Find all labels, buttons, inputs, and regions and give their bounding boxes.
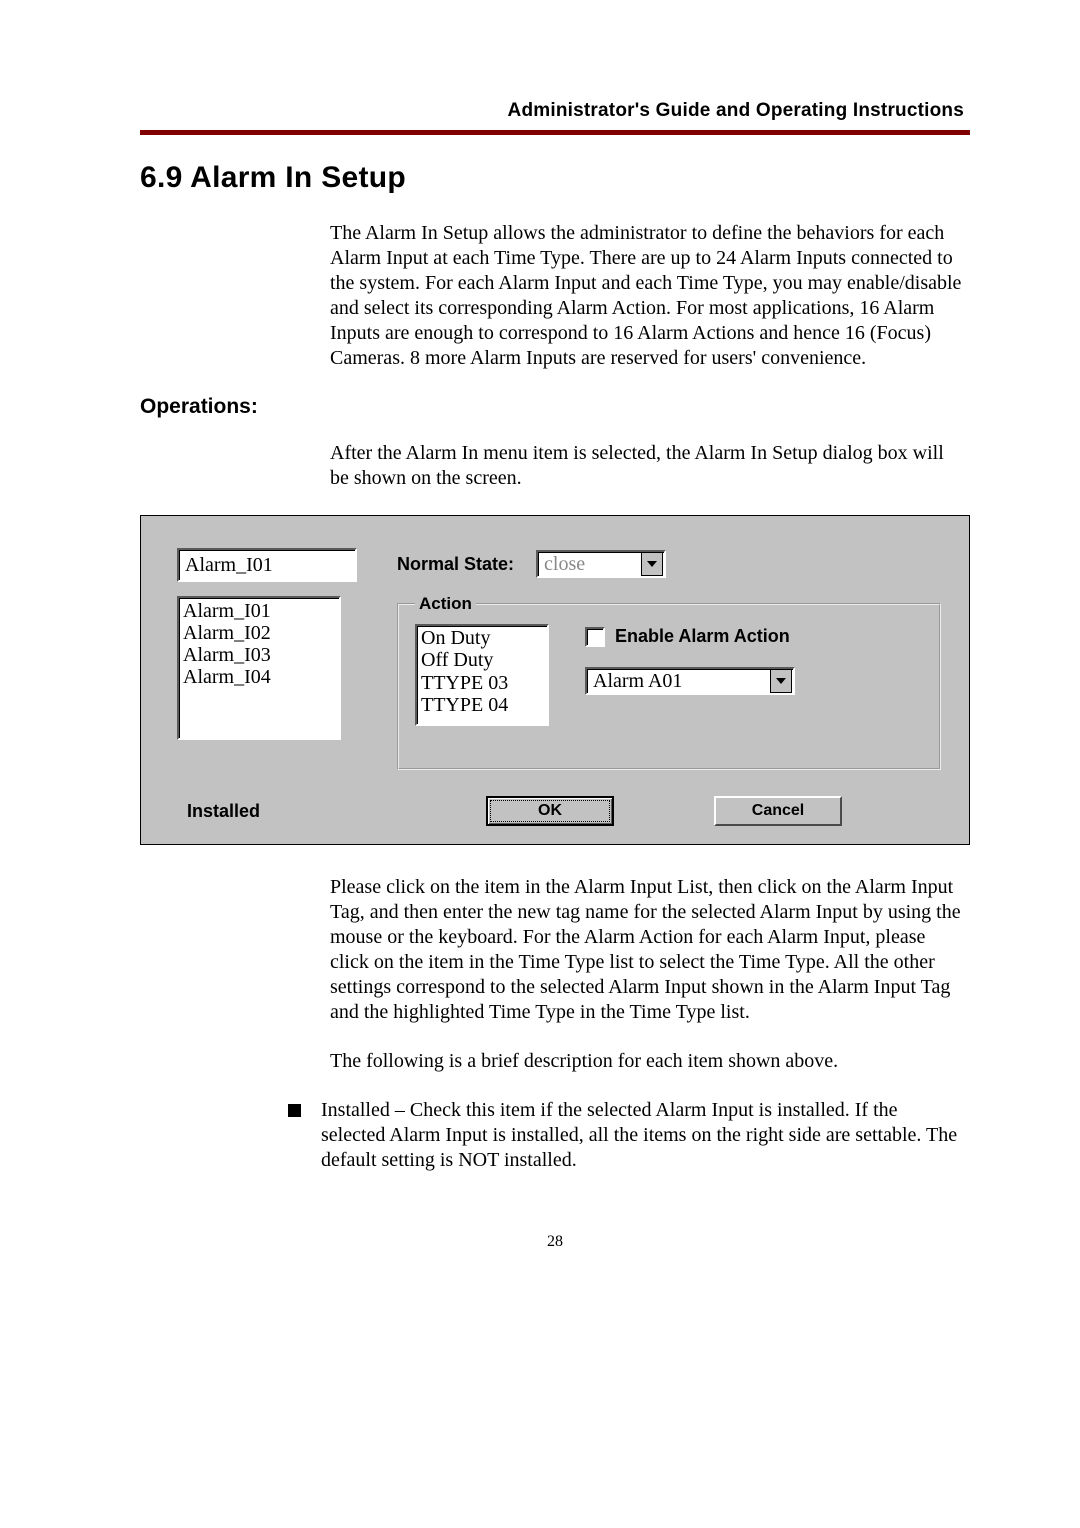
list-item[interactable]: On Duty <box>419 627 545 649</box>
post-dialog-paragraph: Please click on the item in the Alarm In… <box>330 875 964 1025</box>
normal-state-label: Normal State: <box>397 554 514 575</box>
enable-alarm-action-label: Enable Alarm Action <box>615 626 790 647</box>
chevron-down-icon <box>641 552 663 576</box>
list-item[interactable]: TTYPE 04 <box>419 694 545 716</box>
cancel-button[interactable]: Cancel <box>714 796 842 826</box>
after-menu-paragraph: After the Alarm In menu item is selected… <box>330 441 964 491</box>
alarm-tag-value: Alarm_I01 <box>185 554 273 577</box>
list-item[interactable]: Alarm_I01 <box>181 600 337 622</box>
list-item[interactable]: Alarm_I04 <box>181 666 337 688</box>
alarm-input-listbox[interactable]: Alarm_I01 Alarm_I02 Alarm_I03 Alarm_I04 <box>177 596 341 740</box>
ok-button[interactable]: OK <box>486 796 614 826</box>
bullet-square-icon <box>288 1104 301 1117</box>
list-item[interactable]: Alarm_I03 <box>181 644 337 666</box>
list-item[interactable]: Off Duty <box>419 649 545 671</box>
chevron-down-icon <box>770 669 792 693</box>
checkbox-icon <box>585 627 605 647</box>
list-item[interactable]: TTYPE 03 <box>419 672 545 694</box>
enable-alarm-action-checkbox[interactable]: Enable Alarm Action <box>585 626 917 647</box>
alarm-in-setup-dialog: Alarm_I01 Alarm_I01 Alarm_I02 Alarm_I03 … <box>140 515 970 845</box>
bullet-installed: Installed – Check this item if the selec… <box>288 1098 964 1173</box>
bullet-installed-text: Installed – Check this item if the selec… <box>321 1098 964 1173</box>
installed-checkbox[interactable]: Installed <box>177 801 377 822</box>
installed-label: Installed <box>187 801 260 822</box>
normal-state-select[interactable]: close <box>536 550 666 578</box>
section-title: 6.9 Alarm In Setup <box>140 161 970 195</box>
list-item[interactable]: Alarm_I02 <box>181 622 337 644</box>
alarm-tag-input[interactable]: Alarm_I01 <box>177 548 357 582</box>
doc-header: Administrator's Guide and Operating Inst… <box>140 100 964 122</box>
page-number: 28 <box>140 1233 970 1251</box>
time-type-listbox[interactable]: On Duty Off Duty TTYPE 03 TTYPE 04 <box>415 624 549 726</box>
intro-paragraph: The Alarm In Setup allows the administra… <box>330 221 964 371</box>
alarm-action-select[interactable]: Alarm A01 <box>585 667 795 695</box>
alarm-action-value: Alarm A01 <box>593 670 682 693</box>
normal-state-value: close <box>544 553 585 576</box>
action-legend: Action <box>415 594 476 614</box>
action-group: Action On Duty Off Duty TTYPE 03 TTYPE 0… <box>397 594 941 770</box>
header-rule <box>140 130 970 135</box>
operations-heading: Operations: <box>140 395 970 419</box>
following-paragraph: The following is a brief description for… <box>330 1049 964 1074</box>
